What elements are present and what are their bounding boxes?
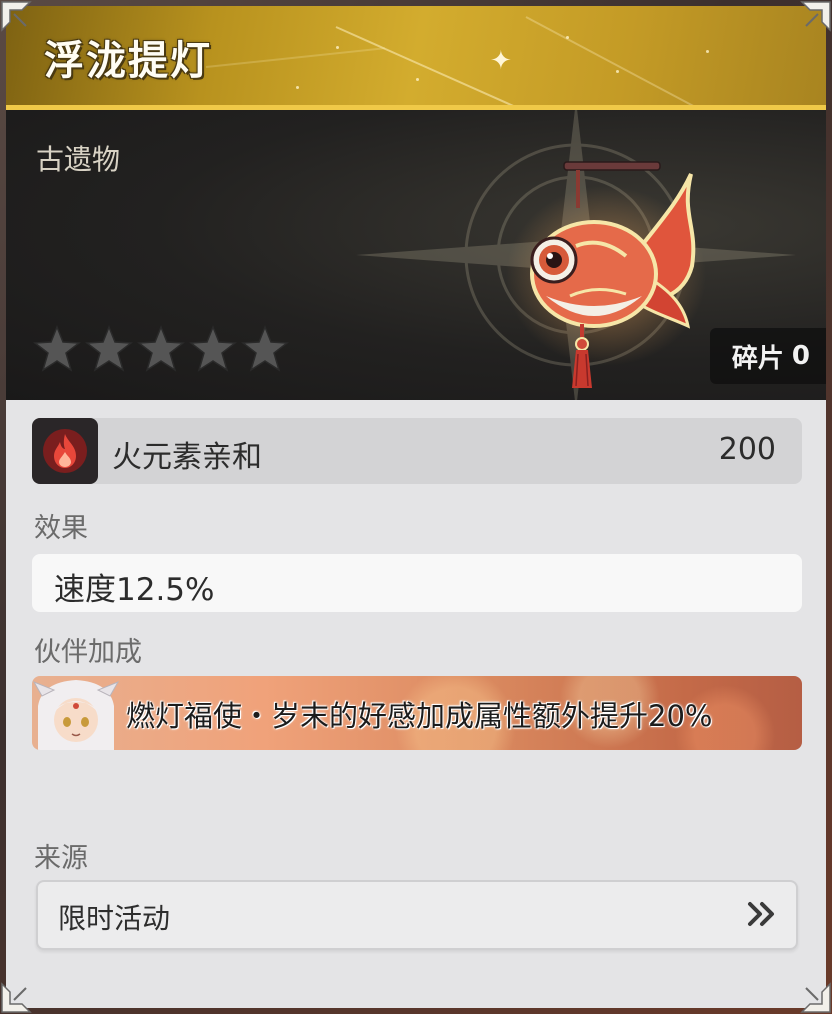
corner-ornament-icon (1, 982, 32, 1013)
star-icon (84, 324, 134, 372)
effect-box: 速度12.5% (32, 554, 802, 612)
effect-section-label: 效果 (34, 513, 88, 544)
sparkle-icon: ✦ (490, 46, 512, 76)
fragment-count: 0 (791, 341, 810, 371)
star-icon (188, 324, 238, 372)
source-button[interactable]: 限时活动 (36, 880, 798, 950)
rarity-stars (32, 324, 290, 374)
star-icon (240, 324, 290, 372)
goldfish-lantern-image (506, 161, 706, 388)
fragment-label: 碎片 (731, 343, 784, 374)
star-icon (32, 324, 82, 372)
item-detail-card: ✦ 浮泷提灯 古遗物 碎片 0 火元素亲和 200 效果 速度12.5% 伙伴加… (6, 6, 826, 1008)
partner-bonus-section-label: 伙伴加成 (34, 637, 142, 668)
source-text: 限时活动 (58, 902, 171, 935)
item-title: 浮泷提灯 (44, 38, 212, 84)
effect-text: 速度12.5% (54, 572, 215, 608)
corner-ornament-icon (800, 982, 831, 1013)
corner-ornament-icon (800, 1, 831, 32)
item-category: 古遗物 (36, 143, 121, 176)
attribute-row: 火元素亲和 200 (32, 418, 802, 484)
partner-bonus-row: 燃灯福使・岁末的好感加成属性额外提升20% (32, 676, 802, 750)
double-chevron-right-icon (748, 902, 774, 926)
attribute-label: 火元素亲和 (112, 440, 262, 475)
attribute-value: 200 (718, 432, 776, 467)
source-section-label: 来源 (34, 843, 88, 874)
partner-bonus-text: 燃灯福使・岁末的好感加成属性额外提升20% (126, 699, 713, 733)
item-art-panel: 古遗物 碎片 0 (6, 110, 826, 400)
fragment-count-badge: 碎片 0 (709, 328, 826, 384)
title-banner: ✦ 浮泷提灯 (6, 6, 826, 110)
fire-element-icon (32, 418, 98, 484)
partner-avatar (32, 680, 120, 750)
corner-ornament-icon (1, 1, 32, 32)
star-icon (136, 324, 186, 372)
